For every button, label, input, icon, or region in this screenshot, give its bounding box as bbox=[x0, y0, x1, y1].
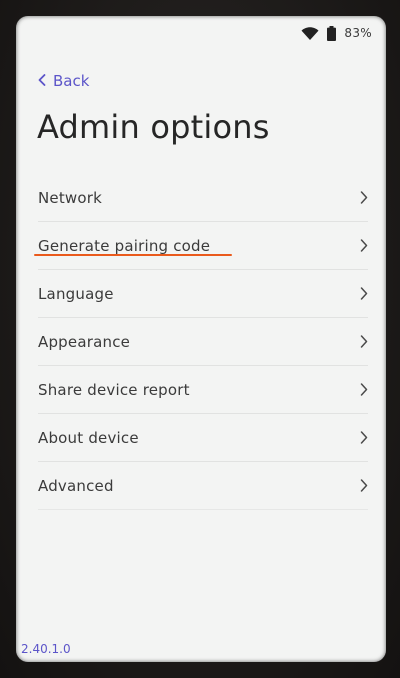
menu-item-share-device-report[interactable]: Share device report bbox=[38, 366, 368, 414]
device-screen: 83% Back Admin options Network Generate … bbox=[16, 16, 386, 662]
menu-item-label: Network bbox=[38, 188, 103, 207]
device-bezel: 83% Back Admin options Network Generate … bbox=[0, 0, 400, 678]
menu-item-label: Appearance bbox=[38, 332, 131, 351]
menu-item-generate-pairing-code[interactable]: Generate pairing code bbox=[34, 222, 368, 270]
back-label: Back bbox=[53, 72, 90, 90]
chevron-right-icon bbox=[360, 287, 368, 300]
menu-item-label: Share device report bbox=[38, 380, 190, 399]
admin-options-list: Network Generate pairing code Language A… bbox=[34, 174, 368, 510]
menu-item-network[interactable]: Network bbox=[38, 174, 368, 222]
highlight-underline bbox=[34, 254, 232, 256]
menu-item-label: Advanced bbox=[38, 476, 114, 495]
menu-item-label: Generate pairing code bbox=[38, 236, 211, 255]
chevron-right-icon bbox=[360, 383, 368, 396]
version-label: 2.40.1.0 bbox=[21, 642, 71, 656]
chevron-left-icon bbox=[38, 72, 46, 90]
chevron-right-icon bbox=[360, 335, 368, 348]
menu-item-label: Language bbox=[38, 284, 114, 303]
battery-percent: 83% bbox=[344, 26, 372, 40]
chevron-right-icon bbox=[360, 239, 368, 252]
chevron-right-icon bbox=[360, 479, 368, 492]
wifi-icon bbox=[301, 26, 319, 40]
menu-item-advanced[interactable]: Advanced bbox=[38, 462, 368, 510]
back-button[interactable]: Back bbox=[38, 72, 89, 90]
menu-item-label: About device bbox=[38, 428, 139, 447]
chevron-right-icon bbox=[360, 191, 368, 204]
menu-item-language[interactable]: Language bbox=[38, 270, 368, 318]
menu-item-about-device[interactable]: About device bbox=[38, 414, 368, 462]
page-title: Admin options bbox=[37, 108, 270, 146]
menu-item-appearance[interactable]: Appearance bbox=[38, 318, 368, 366]
status-bar: 83% bbox=[301, 25, 372, 41]
battery-icon bbox=[327, 25, 337, 41]
chevron-right-icon bbox=[360, 431, 368, 444]
